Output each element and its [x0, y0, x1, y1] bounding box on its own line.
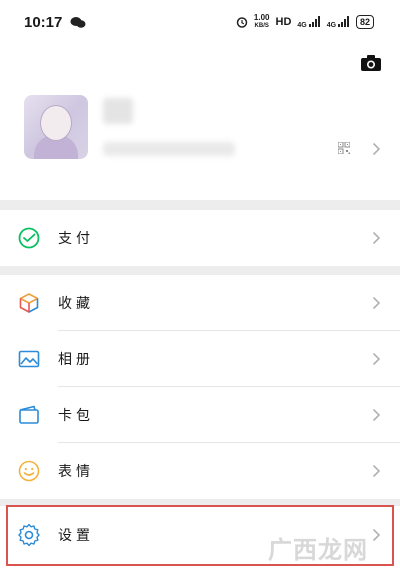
- signal-label-2: 4G: [326, 21, 337, 29]
- chevron-right-icon: [372, 296, 381, 310]
- chevron-right-icon: [372, 142, 381, 156]
- signal-bars-icon: [308, 15, 320, 27]
- menu-item-album[interactable]: 相册: [0, 331, 400, 387]
- battery-indicator: 82: [355, 15, 374, 29]
- avatar[interactable]: [24, 95, 88, 159]
- chevron-right-icon: [372, 408, 381, 422]
- menu-item-cards[interactable]: 卡包: [0, 387, 400, 443]
- network-speed-value: 1.00: [253, 13, 270, 22]
- card-wallet-icon: [19, 405, 39, 424]
- favorites-cube-icon: [19, 293, 39, 313]
- camera-icon[interactable]: [360, 54, 382, 72]
- signal-label-1: 4G: [297, 21, 307, 29]
- chevron-right-icon: [372, 528, 381, 542]
- pay-group: 支付: [0, 210, 400, 266]
- status-bar: 10:17 1.00 KB/S HD 4G 4G 82: [0, 0, 400, 46]
- menu-item-label: 相册: [58, 352, 94, 368]
- chevron-right-icon: [372, 352, 381, 366]
- profile-header[interactable]: [0, 46, 400, 200]
- menu-item-label: 收藏: [58, 296, 94, 312]
- pay-icon: [18, 227, 40, 249]
- smiley-face-icon: [18, 460, 40, 482]
- nickname-blurred: [103, 98, 133, 124]
- avatar-figure-face: [40, 105, 72, 141]
- qr-code-icon[interactable]: [338, 142, 350, 154]
- network-speed: 1.00 KB/S: [254, 14, 270, 30]
- system-indicators: 1.00 KB/S HD 4G 4G 82: [236, 14, 374, 30]
- menu-item-pay[interactable]: 支付: [0, 210, 400, 266]
- network-speed-unit: KB/S: [254, 23, 269, 29]
- wechat-id-blurred: [103, 142, 235, 156]
- signal-indicator-2: 4G: [326, 15, 350, 29]
- hd-indicator: HD: [275, 16, 292, 28]
- gear-icon: [18, 524, 40, 546]
- album-picture-icon: [18, 350, 40, 368]
- menu-item-label: 表情: [58, 464, 94, 480]
- menu-item-label: 卡包: [58, 408, 94, 424]
- wechat-notification-icon: [70, 17, 86, 28]
- services-group: 收藏 相册 卡包 表情: [0, 275, 400, 499]
- chevron-right-icon: [372, 464, 381, 478]
- menu-item-favorites[interactable]: 收藏: [0, 275, 400, 331]
- alarm-icon: [236, 17, 248, 28]
- menu-item-label: 设置: [58, 528, 94, 544]
- watermark-text: 广西龙网: [268, 536, 368, 564]
- chevron-right-icon: [372, 231, 381, 245]
- menu-item-stickers[interactable]: 表情: [0, 443, 400, 499]
- signal-bars-icon: [337, 15, 349, 27]
- menu-item-label: 支付: [58, 231, 94, 247]
- signal-indicator-1: 4G: [297, 15, 320, 29]
- status-time: 10:17: [24, 14, 63, 31]
